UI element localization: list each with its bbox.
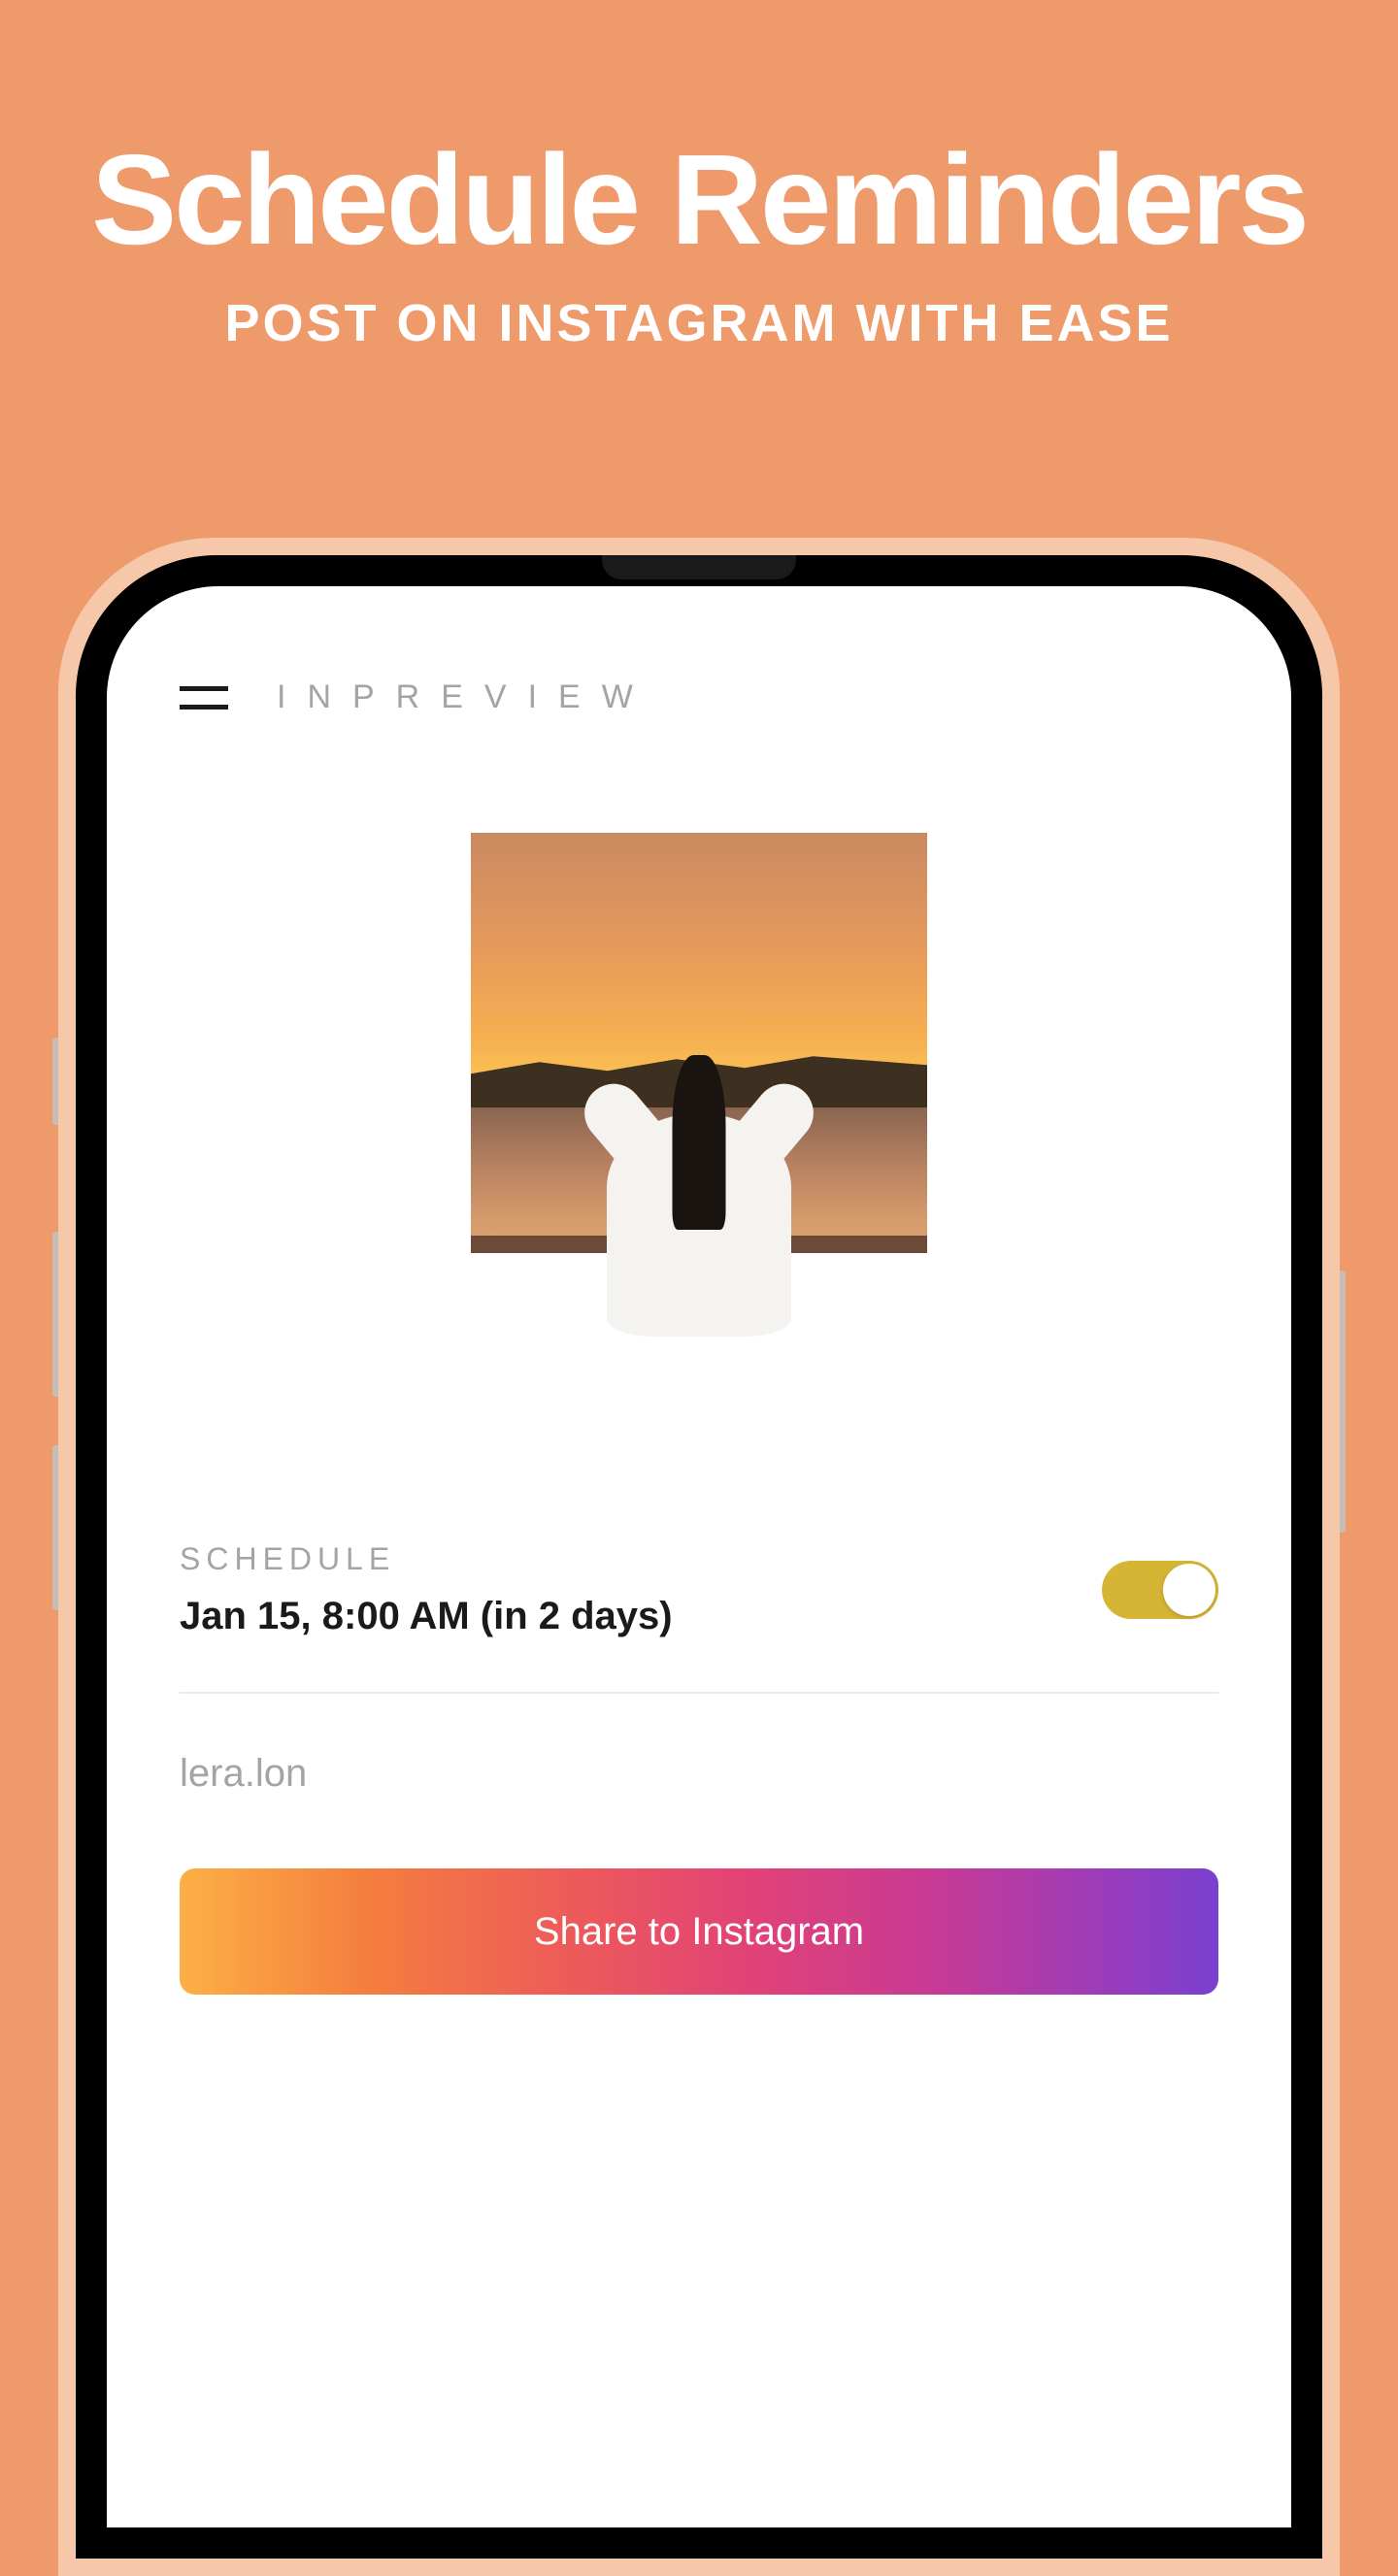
- promo-title: Schedule Reminders: [0, 136, 1398, 264]
- schedule-section: SCHEDULE Jan 15, 8:00 AM (in 2 days): [180, 1541, 1218, 1638]
- phone-frame: INPREVIEW: [58, 538, 1340, 2576]
- schedule-toggle[interactable]: [1102, 1561, 1218, 1619]
- toggle-knob: [1163, 1564, 1215, 1616]
- phone-power-button: [1340, 1271, 1346, 1533]
- share-to-instagram-button[interactable]: Share to Instagram: [180, 1868, 1218, 1995]
- schedule-datetime: Jan 15, 8:00 AM (in 2 days): [180, 1595, 1102, 1638]
- phone-volume-up-button: [52, 1232, 58, 1397]
- promo-header: Schedule Reminders POST ON INSTAGRAM WIT…: [0, 0, 1398, 353]
- app-title: INPREVIEW: [277, 678, 654, 716]
- caption-input[interactable]: lera.lon: [180, 1752, 1218, 1796]
- phone-bezel: INPREVIEW: [76, 555, 1322, 2559]
- menu-icon[interactable]: [180, 686, 228, 710]
- promo-subtitle: POST ON INSTAGRAM WITH EASE: [0, 293, 1398, 353]
- app-header: INPREVIEW: [180, 678, 1218, 716]
- post-preview: [180, 833, 1218, 1405]
- schedule-info[interactable]: SCHEDULE Jan 15, 8:00 AM (in 2 days): [180, 1541, 1102, 1638]
- divider: [180, 1692, 1218, 1694]
- phone-screen: INPREVIEW: [107, 586, 1291, 2527]
- schedule-label: SCHEDULE: [180, 1541, 1102, 1577]
- phone-side-button: [52, 1038, 58, 1125]
- share-button-label: Share to Instagram: [534, 1910, 864, 1954]
- post-image[interactable]: [471, 833, 927, 1405]
- phone-notch: [602, 555, 796, 579]
- caption-section[interactable]: lera.lon: [180, 1752, 1218, 1796]
- phone-volume-down-button: [52, 1445, 58, 1610]
